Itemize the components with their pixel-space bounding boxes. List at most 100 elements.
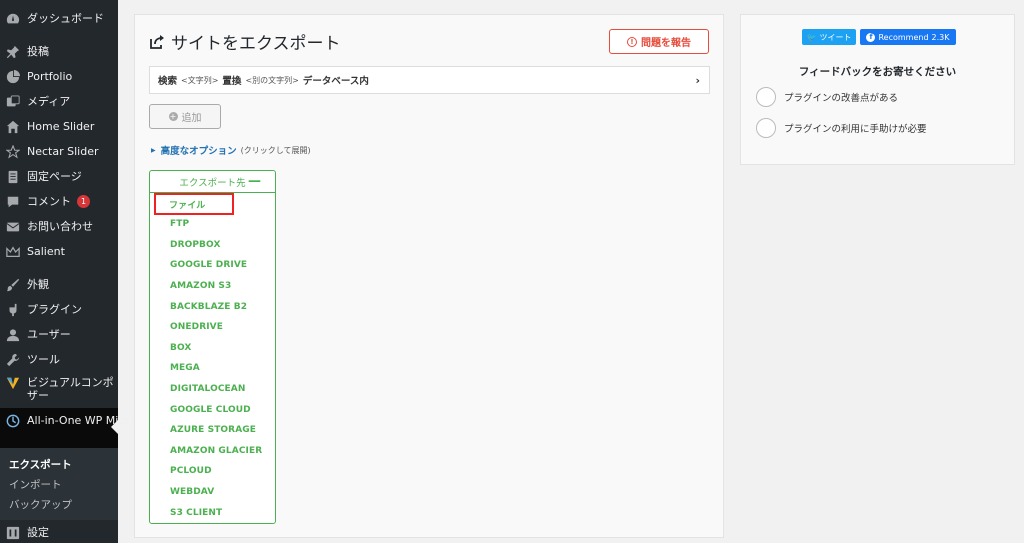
export-option-amazon-glacier[interactable]: AMAZON GLACIER [150, 441, 275, 462]
find-label: 検索 [158, 76, 178, 87]
migration-icon [6, 414, 20, 428]
sidebar-item-label: ユーザー [27, 327, 71, 341]
add-label: 追加 [181, 113, 202, 124]
sidebar-item-all-in-one-wp-migration[interactable]: All-in-One WP Migration [0, 408, 158, 448]
minus-icon: — [248, 174, 261, 189]
radio-button[interactable] [756, 118, 776, 138]
export-to-header[interactable]: エクスポート先 — [150, 171, 275, 193]
wrench-icon [6, 353, 20, 367]
replace-input[interactable]: <別の文字列> [245, 75, 298, 86]
sidebar-item-label: Home Slider [27, 119, 95, 133]
pin-icon [6, 45, 20, 59]
sidebar-item-media[interactable]: メディア [0, 89, 118, 114]
feedback-option-help[interactable]: プラグインの利用に手助けが必要 [756, 118, 927, 138]
home-icon [6, 120, 20, 134]
export-option-pcloud[interactable]: PCLOUD [150, 461, 275, 482]
facebook-icon: f [866, 32, 876, 42]
export-option-s3-client[interactable]: S3 CLIENT [150, 502, 275, 523]
tweet-label: ツイート [819, 32, 852, 42]
sidebar-item-contact[interactable]: お問い合わせ [0, 214, 118, 239]
chevron-right-icon[interactable]: › [695, 74, 700, 87]
export-option-onedrive[interactable]: ONEDRIVE [150, 317, 275, 338]
sidebar-item-salient[interactable]: Salient [0, 239, 118, 264]
sidebar-item-label: Portfolio [27, 69, 73, 83]
sidebar-item-portfolio[interactable]: Portfolio [0, 64, 118, 89]
sidebar-item-home-slider[interactable]: Home Slider [0, 114, 118, 139]
find-replace-row[interactable]: 検索 <文字列> 置換 <別の文字列> データベース内 › [149, 66, 710, 94]
sidebar-item-label: 設定 [27, 525, 49, 539]
advanced-options-link[interactable]: 高度なオプション [161, 143, 237, 157]
sidebar-submenu: エクスポート インポート バックアップ [0, 448, 118, 520]
export-option-azure-storage[interactable]: AZURE STORAGE [150, 420, 275, 441]
feedback-option-improvement[interactable]: プラグインの改善点がある [756, 87, 898, 107]
export-option-mega[interactable]: MEGA [150, 358, 275, 379]
sidebar-item-label: お問い合わせ [27, 219, 93, 233]
plugin-icon [6, 303, 20, 317]
submenu-backup[interactable]: バックアップ [0, 494, 118, 514]
sidebar-item-label: Salient [27, 244, 65, 258]
triangle-right-icon: ▶ [151, 146, 156, 154]
advanced-options[interactable]: ▶ 高度なオプション (クリックして展開) [151, 143, 311, 158]
database-suffix: データベース内 [302, 76, 369, 87]
feedback-title: フィードバックをお寄せください [798, 66, 957, 78]
sidebar-item-comments[interactable]: コメント 1 [0, 189, 118, 214]
alert-circle-icon: ! [627, 36, 637, 47]
export-option-amazon-s3[interactable]: AMAZON S3 [150, 276, 275, 297]
settings-icon [6, 526, 20, 540]
page-title: サイトをエクスポート [149, 29, 341, 54]
sidebar-item-settings[interactable]: 設定 [0, 520, 118, 543]
export-panel: サイトをエクスポート ! 問題を報告 検索 <文字列> 置換 <別の文字列> デ… [134, 14, 724, 538]
radio-button[interactable] [756, 87, 776, 107]
sidebar-item-label: 固定ページ [27, 169, 82, 183]
export-option-dropbox[interactable]: DROPBOX [150, 235, 275, 256]
comment-count-badge: 1 [77, 195, 90, 208]
sidebar-item-label: コメント [27, 194, 71, 208]
sidebar-item-label: ビジュアルコンポザー [27, 376, 114, 403]
admin-sidebar: ダッシュボード 投稿 Portfolio メディア Home Slider Ne… [0, 0, 158, 543]
twitter-icon: 🐦 [806, 32, 817, 42]
export-option-google-drive[interactable]: GOOGLE DRIVE [150, 255, 275, 276]
plus-icon: + [168, 112, 178, 121]
replace-label: 置換 [222, 76, 242, 87]
export-option-digitalocean[interactable]: DIGITALOCEAN [150, 379, 275, 400]
portfolio-icon [6, 69, 20, 84]
user-icon [6, 328, 20, 342]
tweet-button[interactable]: 🐦 ツイート [802, 29, 856, 45]
export-option-backblaze-b2[interactable]: BACKBLAZE B2 [150, 296, 275, 317]
submenu-import[interactable]: インポート [0, 474, 118, 494]
vc-icon [6, 376, 20, 390]
export-option-google-cloud[interactable]: GOOGLE CLOUD [150, 399, 275, 420]
sidebar-item-plugins[interactable]: プラグイン [0, 297, 118, 322]
dashboard-icon [6, 12, 20, 26]
report-issue-button[interactable]: ! 問題を報告 [609, 29, 709, 54]
feedback-panel: 🐦 ツイート f Recommend 2.3K フィードバックをお寄せください … [740, 14, 1015, 165]
sidebar-item-pages[interactable]: 固定ページ [0, 164, 118, 189]
sidebar-item-dashboard[interactable]: ダッシュボード [0, 6, 118, 31]
export-option-webdav[interactable]: WEBDAV [150, 482, 275, 503]
sidebar-item-label: 投稿 [27, 44, 49, 58]
find-input[interactable]: <文字列> [181, 75, 218, 86]
export-option-ftp[interactable]: FTP [150, 214, 275, 235]
advanced-options-hint: (クリックして展開) [240, 145, 311, 155]
sidebar-item-label: メディア [27, 94, 71, 108]
add-button[interactable]: + 追加 [149, 104, 221, 129]
brush-icon [6, 278, 20, 292]
export-icon [150, 34, 164, 49]
feedback-option-label: プラグインの改善点がある [784, 93, 899, 104]
export-to-label: エクスポート先 [179, 177, 246, 189]
submenu-export[interactable]: エクスポート [0, 454, 118, 474]
export-to-menu: エクスポート先 — ファイル FTP DROPBOX GOOGLE DRIVE … [149, 170, 276, 524]
sidebar-item-nectar-slider[interactable]: Nectar Slider [0, 139, 118, 164]
facebook-recommend-button[interactable]: f Recommend 2.3K [860, 29, 956, 45]
sidebar-item-tools[interactable]: ツール [0, 347, 118, 372]
sidebar-item-users[interactable]: ユーザー [0, 322, 118, 347]
sidebar-item-label: プラグイン [27, 302, 82, 316]
feedback-option-label: プラグインの利用に手助けが必要 [784, 124, 927, 135]
sidebar-item-visual-composer[interactable]: ビジュアルコンポザー [0, 372, 118, 408]
recommend-count: 2.3K [931, 32, 950, 42]
export-option-file[interactable]: ファイル [154, 193, 234, 215]
sidebar-item-appearance[interactable]: 外観 [0, 272, 118, 297]
sidebar-item-posts[interactable]: 投稿 [0, 39, 118, 64]
export-option-box[interactable]: BOX [150, 338, 275, 359]
sidebar-item-label: ツール [27, 352, 60, 366]
